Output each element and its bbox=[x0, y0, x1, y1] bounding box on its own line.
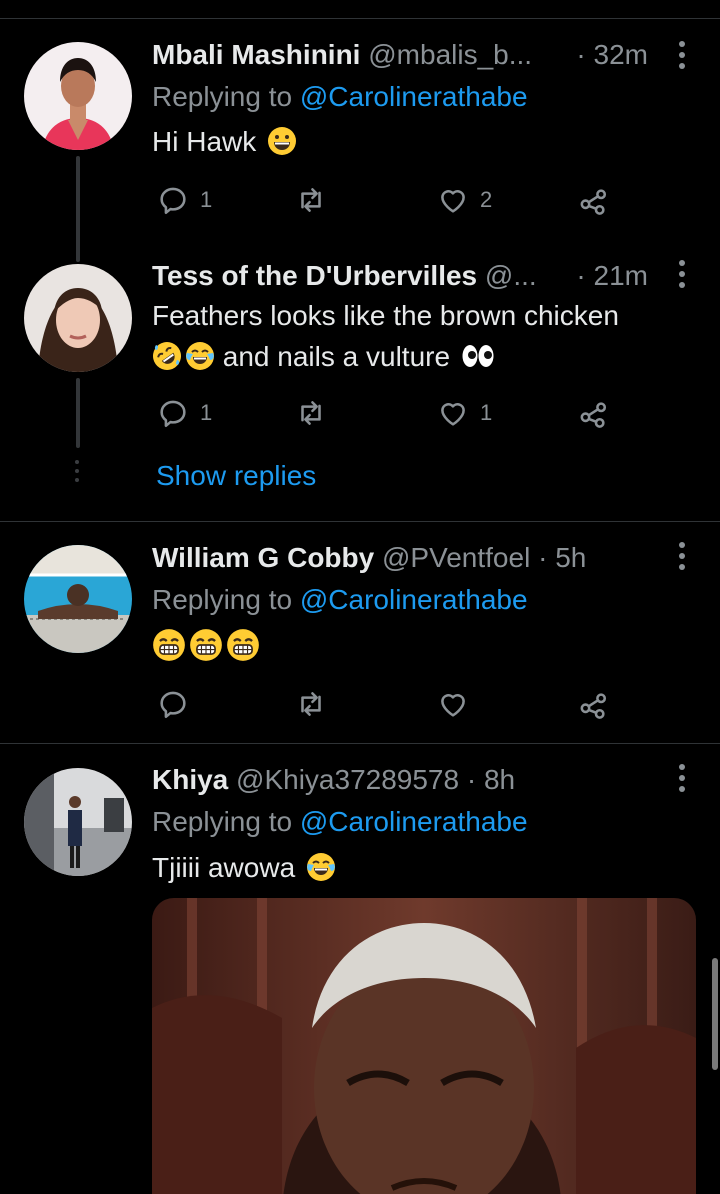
more-icon[interactable] bbox=[668, 538, 696, 574]
top-divider bbox=[0, 18, 720, 19]
like-button[interactable] bbox=[436, 684, 470, 724]
tweet-header: William G Cobby @PVentfoel · 5h bbox=[152, 538, 652, 578]
avatar[interactable] bbox=[24, 42, 132, 150]
replying-to-label: Replying to bbox=[152, 81, 300, 112]
tweet-divider bbox=[0, 743, 720, 744]
thread-line bbox=[76, 378, 80, 448]
replying-to-handle[interactable]: @Carolinerathabe bbox=[300, 81, 528, 112]
reply-button[interactable]: 1 bbox=[156, 180, 212, 220]
timestamp[interactable]: · 5h bbox=[538, 542, 586, 573]
tweet-media-image[interactable] bbox=[152, 898, 696, 1194]
tweet-header: Tess of the D'Urbervilles @... · 21m bbox=[152, 256, 648, 296]
avatar[interactable] bbox=[24, 264, 132, 372]
timestamp[interactable]: · 32m bbox=[576, 35, 648, 75]
avatar[interactable] bbox=[24, 768, 132, 876]
tweet-actions bbox=[152, 684, 622, 724]
tweet-text-line: and nails a vulture bbox=[222, 341, 451, 372]
author-handle[interactable]: @PVentfoel bbox=[382, 542, 530, 573]
reply-icon bbox=[156, 396, 190, 430]
replying-to-handle[interactable]: @Carolinerathabe bbox=[300, 584, 528, 615]
retweet-icon bbox=[294, 183, 328, 217]
like-button[interactable]: 2 bbox=[436, 180, 492, 220]
face-with-tears-of-joy-emoji-icon bbox=[185, 341, 215, 371]
thread-line bbox=[76, 156, 80, 262]
tweet-text-line: Hi Hawk bbox=[152, 126, 257, 157]
tweet-text: Tjiiii awowa bbox=[152, 848, 336, 888]
like-icon bbox=[436, 687, 470, 721]
tweet-text bbox=[152, 628, 260, 668]
like-count: 2 bbox=[480, 187, 493, 212]
tweet-text: Feathers looks like the brown chicken bbox=[152, 296, 619, 336]
replying-to: Replying to @Carolinerathabe bbox=[152, 802, 528, 842]
retweet-button[interactable] bbox=[294, 180, 328, 220]
beaming-face-emoji-icon bbox=[226, 628, 260, 662]
share-icon bbox=[577, 396, 611, 430]
share-icon bbox=[577, 687, 611, 721]
like-icon bbox=[436, 396, 470, 430]
retweet-icon bbox=[294, 396, 328, 430]
tweet-actions: 1 2 bbox=[152, 180, 622, 220]
author-handle[interactable]: @mbalis_b... bbox=[368, 39, 532, 70]
reply-icon bbox=[156, 687, 190, 721]
author-handle[interactable]: @... bbox=[485, 260, 537, 291]
scrollbar-thumb[interactable] bbox=[712, 958, 718, 1070]
reply-count: 1 bbox=[200, 400, 213, 425]
tweet-text: and nails a vulture bbox=[152, 337, 495, 377]
like-button[interactable]: 1 bbox=[436, 393, 492, 433]
share-button[interactable] bbox=[577, 684, 611, 724]
author-name[interactable]: Mbali Mashinini bbox=[152, 39, 360, 70]
retweet-button[interactable] bbox=[294, 393, 328, 433]
tweet-text-line: Feathers looks like the brown chicken bbox=[152, 300, 619, 331]
share-icon bbox=[577, 183, 611, 217]
show-replies-link[interactable]: Show replies bbox=[156, 456, 316, 496]
author-name[interactable]: William G Cobby bbox=[152, 542, 374, 573]
share-button[interactable] bbox=[577, 393, 611, 433]
retweet-button[interactable] bbox=[294, 684, 328, 724]
like-icon bbox=[436, 183, 470, 217]
beaming-face-emoji-icon bbox=[189, 628, 223, 662]
replying-to: Replying to @Carolinerathabe bbox=[152, 77, 528, 117]
thread-collapsed-icon bbox=[72, 460, 82, 482]
reply-icon bbox=[156, 183, 190, 217]
tweet-text-line: Tjiiii awowa bbox=[152, 852, 296, 883]
tweet-header: Mbali Mashinini @mbalis_b... · 32m bbox=[152, 35, 648, 75]
rolling-on-floor-laughing-emoji-icon bbox=[152, 341, 182, 371]
tweet-text: Hi Hawk bbox=[152, 122, 297, 162]
face-with-tears-of-joy-emoji-icon bbox=[306, 852, 336, 882]
share-button[interactable] bbox=[577, 180, 611, 220]
more-icon[interactable] bbox=[668, 256, 696, 292]
more-icon[interactable] bbox=[668, 760, 696, 796]
reply-button[interactable]: 1 bbox=[156, 393, 212, 433]
beaming-face-emoji-icon bbox=[152, 628, 186, 662]
retweet-icon bbox=[294, 687, 328, 721]
timestamp[interactable]: · 21m bbox=[576, 256, 648, 296]
reply-count: 1 bbox=[200, 187, 213, 212]
replying-to-label: Replying to bbox=[152, 806, 300, 837]
replying-to-handle[interactable]: @Carolinerathabe bbox=[300, 806, 528, 837]
tweet-header: Khiya @Khiya37289578 · 8h bbox=[152, 760, 652, 800]
eyes-emoji-icon bbox=[461, 341, 495, 371]
more-icon[interactable] bbox=[668, 37, 696, 73]
grinning-face-emoji-icon bbox=[267, 126, 297, 156]
avatar[interactable] bbox=[24, 545, 132, 653]
reply-button[interactable] bbox=[156, 684, 190, 724]
replying-to: Replying to @Carolinerathabe bbox=[152, 580, 528, 620]
timestamp[interactable]: · 8h bbox=[467, 764, 515, 795]
author-name[interactable]: Khiya bbox=[152, 764, 228, 795]
tweet-actions: 1 1 bbox=[152, 393, 622, 433]
author-name[interactable]: Tess of the D'Urbervilles bbox=[152, 260, 477, 291]
tweet-divider bbox=[0, 521, 720, 522]
author-handle[interactable]: @Khiya37289578 bbox=[236, 764, 459, 795]
like-count: 1 bbox=[480, 400, 493, 425]
replying-to-label: Replying to bbox=[152, 584, 300, 615]
